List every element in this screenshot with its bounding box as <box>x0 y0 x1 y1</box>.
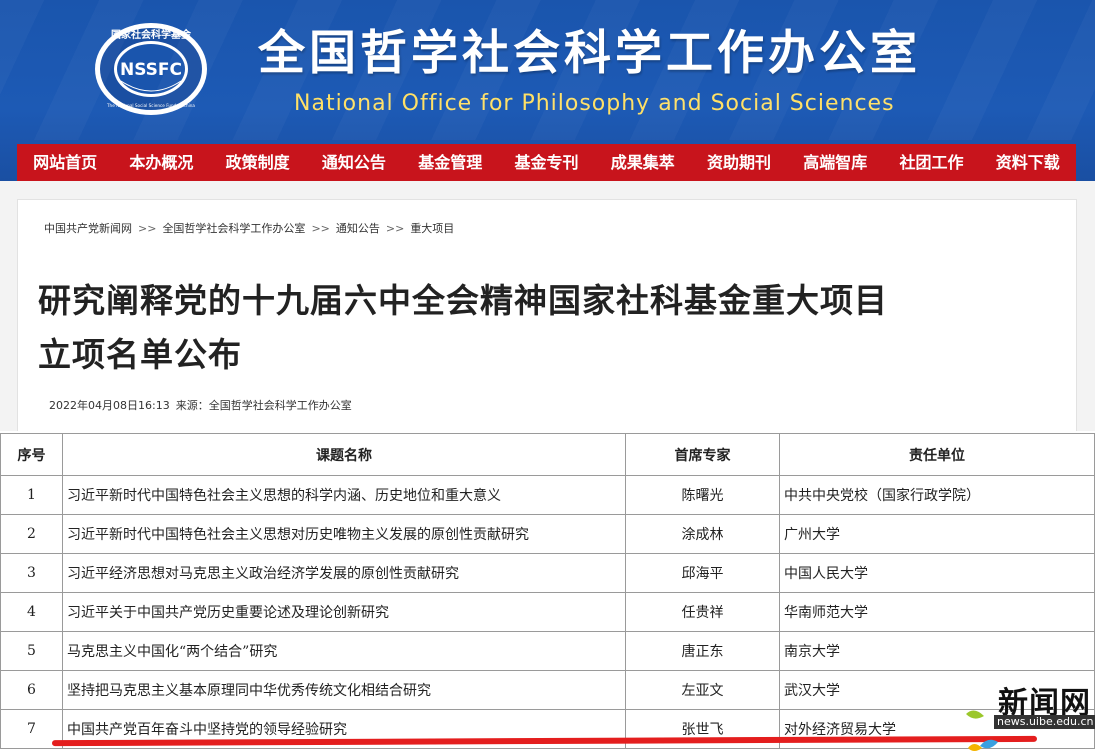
cell-expert: 任贵祥 <box>625 592 780 632</box>
cell-expert: 邱海平 <box>625 553 780 593</box>
breadcrumb-separator: >> <box>311 222 330 235</box>
nav-item-home[interactable]: 网站首页 <box>17 144 113 181</box>
logo-bottom-text: The National Social Science Fund of Chin… <box>106 103 195 108</box>
cell-no: 3 <box>0 553 63 593</box>
cell-no: 2 <box>0 514 63 554</box>
breadcrumb: 中国共产党新闻网 >> 全国哲学社会科学工作办公室 >> 通知公告 >> 重大项目 <box>44 220 454 236</box>
nav-item-fund-journal[interactable]: 基金专刊 <box>498 144 594 181</box>
cell-title: 习近平新时代中国特色社会主义思想的科学内涵、历史地位和重大意义 <box>62 475 626 515</box>
header-cell-no: 序号 <box>0 433 63 476</box>
breadcrumb-item[interactable]: 中国共产党新闻网 <box>44 222 132 235</box>
breadcrumb-separator: >> <box>138 222 157 235</box>
table-row: 6 坚持把马克思主义基本原理同中华优秀传统文化相结合研究 左亚文 武汉大学 <box>0 670 1095 710</box>
table-row: 2 习近平新时代中国特色社会主义思想对历史唯物主义发展的原创性贡献研究 涂成林 … <box>0 514 1095 554</box>
header-cell-title: 课题名称 <box>62 433 626 476</box>
main-nav: 网站首页 本办概况 政策制度 通知公告 基金管理 基金专刊 成果集萃 资助期刊 … <box>17 144 1076 181</box>
nav-item-downloads[interactable]: 资料下载 <box>980 144 1076 181</box>
header-cell-unit: 责任单位 <box>779 433 1095 476</box>
cell-expert: 左亚文 <box>625 670 780 710</box>
cell-title: 习近平关于中国共产党历史重要论述及理论创新研究 <box>62 592 626 632</box>
cell-title: 马克思主义中国化“两个结合”研究 <box>62 631 626 671</box>
article-title-line: 立项名单公布 <box>38 335 242 374</box>
cell-no: 4 <box>0 592 63 632</box>
article-source: 来源：全国哲学社会科学工作办公室 <box>175 399 352 412</box>
site-title-en: National Office for Philosophy and Socia… <box>294 91 895 116</box>
table-row: 4 习近平关于中国共产党历史重要论述及理论创新研究 任贵祥 华南师范大学 <box>0 592 1095 632</box>
project-table-container: 序号 课题名称 首席专家 责任单位 1 习近平新时代中国特色社会主义思想的科学内… <box>0 431 1095 756</box>
cell-unit: 中国人民大学 <box>779 553 1095 593</box>
project-table: 序号 课题名称 首席专家 责任单位 1 习近平新时代中国特色社会主义思想的科学内… <box>0 433 1095 749</box>
cell-unit: 华南师范大学 <box>779 592 1095 632</box>
table-row: 1 习近平新时代中国特色社会主义思想的科学内涵、历史地位和重大意义 陈曙光 中共… <box>0 475 1095 515</box>
cell-expert: 涂成林 <box>625 514 780 554</box>
cell-unit: 中共中央党校（国家行政学院） <box>779 475 1095 515</box>
site-header: 国家社会科学基金 NSSFC The National Social Scien… <box>0 0 1095 181</box>
cell-unit: 广州大学 <box>779 514 1095 554</box>
nav-item-notices[interactable]: 通知公告 <box>306 144 402 181</box>
table-header-row: 序号 课题名称 首席专家 责任单位 <box>0 433 1095 476</box>
nav-item-fund-management[interactable]: 基金管理 <box>402 144 498 181</box>
breadcrumb-item[interactable]: 重大项目 <box>410 222 454 235</box>
article-card: 中国共产党新闻网 >> 全国哲学社会科学工作办公室 >> 通知公告 >> 重大项目 研究阐释… <box>17 199 1077 431</box>
news-watermark: 新闻网 news.uibe.edu.cn <box>960 676 1095 756</box>
article-meta: 2022年04月08日16:13 来源：全国哲学社会科学工作办公室 <box>49 397 358 413</box>
cell-expert: 陈曙光 <box>625 475 780 515</box>
cell-title: 坚持把马克思主义基本原理同中华优秀传统文化相结合研究 <box>62 670 626 710</box>
header-cell-expert: 首席专家 <box>625 433 780 476</box>
logo-ring-text: 国家社会科学基金 <box>111 28 192 41</box>
cell-unit: 南京大学 <box>779 631 1095 671</box>
nav-item-about[interactable]: 本办概况 <box>113 144 209 181</box>
cell-expert: 唐正东 <box>625 631 780 671</box>
breadcrumb-item[interactable]: 通知公告 <box>336 222 380 235</box>
watermark-url: news.uibe.edu.cn <box>994 715 1095 729</box>
cell-title: 习近平新时代中国特色社会主义思想对历史唯物主义发展的原创性贡献研究 <box>62 514 626 554</box>
nav-item-policy[interactable]: 政策制度 <box>210 144 306 181</box>
cell-title: 习近平经济思想对马克思主义政治经济学发展的原创性贡献研究 <box>62 553 626 593</box>
article-datetime: 2022年04月08日16:13 <box>49 399 170 412</box>
cell-no: 1 <box>0 475 63 515</box>
nav-item-achievements[interactable]: 成果集萃 <box>595 144 691 181</box>
cell-no: 6 <box>0 670 63 710</box>
table-row: 3 习近平经济思想对马克思主义政治经济学发展的原创性贡献研究 邱海平 中国人民大… <box>0 553 1095 593</box>
site-title-cn: 全国哲学社会科学工作办公室 <box>258 26 921 81</box>
cell-no: 5 <box>0 631 63 671</box>
article-title-line: 研究阐释党的十九届六中全会精神国家社科基金重大项目 <box>38 281 888 320</box>
nssfc-logo[interactable]: 国家社会科学基金 NSSFC The National Social Scien… <box>93 21 209 117</box>
article-title: 研究阐释党的十九届六中全会精神国家社科基金重大项目 立项名单公布 <box>38 274 1068 382</box>
nav-item-funded-journals[interactable]: 资助期刊 <box>691 144 787 181</box>
nav-item-think-tanks[interactable]: 高端智库 <box>787 144 883 181</box>
table-row: 5 马克思主义中国化“两个结合”研究 唐正东 南京大学 <box>0 631 1095 671</box>
breadcrumb-item[interactable]: 全国哲学社会科学工作办公室 <box>162 222 305 235</box>
logo-abbr: NSSFC <box>120 60 182 80</box>
breadcrumb-separator: >> <box>385 222 405 235</box>
nav-item-associations[interactable]: 社团工作 <box>883 144 979 181</box>
